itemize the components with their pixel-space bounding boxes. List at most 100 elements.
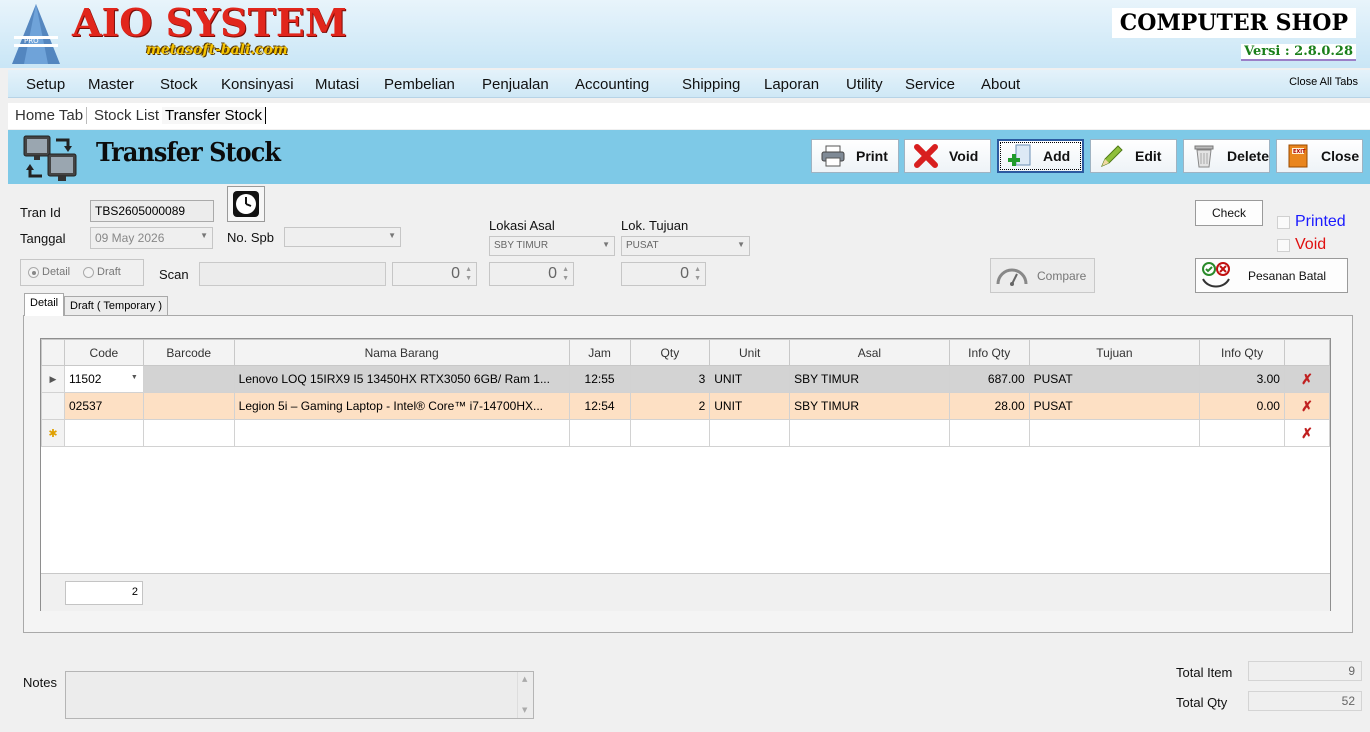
- code-cell[interactable]: 02537: [63, 392, 144, 420]
- tab-transfer-stock[interactable]: Transfer Stock: [162, 107, 266, 124]
- menu-konsinyasi[interactable]: Konsinyasi: [221, 76, 294, 93]
- delete-row-icon[interactable]: ✗: [1301, 371, 1313, 387]
- add-button[interactable]: Add: [997, 139, 1084, 173]
- scan-input[interactable]: [199, 262, 386, 286]
- void-checkbox[interactable]: Void: [1277, 236, 1326, 254]
- info-qty-asal-cell[interactable]: 687.00: [948, 365, 1030, 393]
- table-row[interactable]: 02537 Legion 5i – Gaming Laptop - Intel®…: [41, 392, 1331, 420]
- printed-checkbox[interactable]: Printed: [1277, 213, 1346, 231]
- code-cell[interactable]: 11502 ▼: [63, 365, 144, 393]
- column-header-asal[interactable]: Asal: [789, 339, 950, 366]
- lokasi-asal-select[interactable]: SBY TIMUR ▼: [489, 236, 615, 256]
- column-header-nama-barang[interactable]: Nama Barang: [233, 339, 570, 366]
- delete-row-cell[interactable]: ✗: [1283, 419, 1331, 447]
- jam-cell[interactable]: 12:55: [568, 365, 631, 393]
- tujuan-qty-spinner[interactable]: 0 ▲ ▼: [621, 262, 706, 286]
- info-qty-tujuan-cell[interactable]: 3.00: [1199, 365, 1285, 393]
- menu-master[interactable]: Master: [88, 76, 134, 93]
- column-header-info-qty-asal[interactable]: Info Qty: [948, 339, 1030, 366]
- menu-service[interactable]: Service: [905, 76, 955, 93]
- inner-tab-draft[interactable]: Draft ( Temporary ): [64, 296, 169, 317]
- menu-shipping[interactable]: Shipping: [682, 76, 740, 93]
- qty-cell[interactable]: 3: [629, 365, 711, 393]
- table-row[interactable]: ▶ 11502 ▼ Lenovo LOQ 15IRX9 I5 13450HX R…: [41, 365, 1331, 393]
- info-qty-asal-cell[interactable]: 28.00: [948, 392, 1030, 420]
- barcode-cell[interactable]: [142, 419, 235, 447]
- barcode-cell[interactable]: [142, 392, 235, 420]
- notes-textarea[interactable]: ▲ ▼: [65, 671, 534, 719]
- tab-stock-list[interactable]: Stock List: [91, 107, 164, 124]
- new-row[interactable]: ✱ ✗: [41, 419, 1331, 447]
- tujuan-cell[interactable]: PUSAT: [1028, 365, 1201, 393]
- info-qty-asal-cell[interactable]: [948, 419, 1030, 447]
- menu-pembelian[interactable]: Pembelian: [384, 76, 455, 93]
- asal-cell[interactable]: [789, 419, 950, 447]
- delete-row-icon[interactable]: ✗: [1301, 425, 1313, 441]
- delete-button[interactable]: Delete: [1183, 139, 1270, 173]
- column-header-info-qty-tujuan[interactable]: Info Qty: [1199, 339, 1285, 366]
- barcode-cell[interactable]: [142, 365, 235, 393]
- info-qty-tujuan-cell[interactable]: 0.00: [1199, 392, 1285, 420]
- unit-cell[interactable]: UNIT: [709, 392, 791, 420]
- clock-button[interactable]: [227, 186, 265, 222]
- jam-cell[interactable]: 12:54: [568, 392, 631, 420]
- nama-barang-cell[interactable]: Lenovo LOQ 15IRX9 I5 13450HX RTX3050 6GB…: [233, 365, 570, 393]
- menu-laporan[interactable]: Laporan: [764, 76, 819, 93]
- total-item-field: 9: [1248, 661, 1362, 681]
- nama-barang-cell[interactable]: [233, 419, 570, 447]
- asal-qty-spinner[interactable]: 0 ▲ ▼: [489, 262, 574, 286]
- unit-cell[interactable]: UNIT: [709, 365, 791, 393]
- tran-id-field[interactable]: TBS2605000089: [90, 200, 214, 222]
- qty-cell[interactable]: [629, 419, 711, 447]
- spin-down-icon: ▼: [562, 275, 569, 282]
- column-header-code[interactable]: Code: [63, 339, 144, 366]
- nama-barang-cell[interactable]: Legion 5i – Gaming Laptop - Intel® Core™…: [233, 392, 570, 420]
- delete-row-cell[interactable]: ✗: [1283, 392, 1331, 420]
- tanggal-date-picker[interactable]: 09 May 2026 ▼: [90, 227, 213, 249]
- menu-stock[interactable]: Stock: [160, 76, 198, 93]
- no-spb-select[interactable]: ▼: [284, 227, 401, 247]
- check-label: Check: [1211, 206, 1246, 220]
- notes-scrollbar[interactable]: ▲ ▼: [517, 672, 533, 718]
- menu-utility[interactable]: Utility: [846, 76, 883, 93]
- tujuan-cell[interactable]: [1028, 419, 1201, 447]
- jam-cell[interactable]: [568, 419, 631, 447]
- delete-row-cell[interactable]: ✗: [1283, 365, 1331, 393]
- menu-mutasi[interactable]: Mutasi: [315, 76, 359, 93]
- scroll-down-icon[interactable]: ▼: [522, 706, 527, 714]
- printer-icon: [818, 141, 848, 171]
- close-button[interactable]: EXIT Close: [1276, 139, 1363, 173]
- scroll-up-icon[interactable]: ▲: [522, 675, 527, 683]
- edit-button[interactable]: Edit: [1090, 139, 1177, 173]
- column-header-tujuan[interactable]: Tujuan: [1028, 339, 1201, 366]
- menu-penjualan[interactable]: Penjualan: [482, 76, 549, 93]
- void-button[interactable]: Void: [904, 139, 991, 173]
- check-button[interactable]: Check: [1195, 200, 1263, 226]
- chevron-down-icon[interactable]: ▼: [131, 374, 138, 381]
- asal-cell[interactable]: SBY TIMUR: [789, 365, 950, 393]
- close-all-tabs-link[interactable]: Close All Tabs: [1289, 76, 1358, 88]
- detail-radio[interactable]: Detail: [28, 266, 70, 278]
- print-button[interactable]: Print: [811, 139, 899, 173]
- column-header-qty[interactable]: Qty: [629, 339, 711, 366]
- qty-cell[interactable]: 2: [629, 392, 711, 420]
- draft-radio[interactable]: Draft: [83, 266, 121, 278]
- menu-about[interactable]: About: [981, 76, 1020, 93]
- menu-setup[interactable]: Setup: [26, 76, 65, 93]
- tab-home[interactable]: Home Tab: [12, 107, 88, 124]
- asal-cell[interactable]: SBY TIMUR: [789, 392, 950, 420]
- tujuan-cell[interactable]: PUSAT: [1028, 392, 1201, 420]
- inner-tab-detail[interactable]: Detail: [24, 293, 65, 316]
- lok-tujuan-select[interactable]: PUSAT ▼: [621, 236, 750, 256]
- code-cell[interactable]: [63, 419, 144, 447]
- compare-button[interactable]: Compare: [990, 258, 1095, 293]
- column-header-unit[interactable]: Unit: [709, 339, 791, 366]
- column-header-barcode[interactable]: Barcode: [142, 339, 235, 366]
- delete-row-icon[interactable]: ✗: [1301, 398, 1313, 414]
- menu-accounting[interactable]: Accounting: [575, 76, 649, 93]
- info-qty-tujuan-cell[interactable]: [1199, 419, 1285, 447]
- pesanan-batal-button[interactable]: Pesanan Batal: [1195, 258, 1348, 293]
- scan-qty-spinner[interactable]: 0 ▲ ▼: [392, 262, 477, 286]
- column-header-jam[interactable]: Jam: [568, 339, 631, 366]
- unit-cell[interactable]: [709, 419, 791, 447]
